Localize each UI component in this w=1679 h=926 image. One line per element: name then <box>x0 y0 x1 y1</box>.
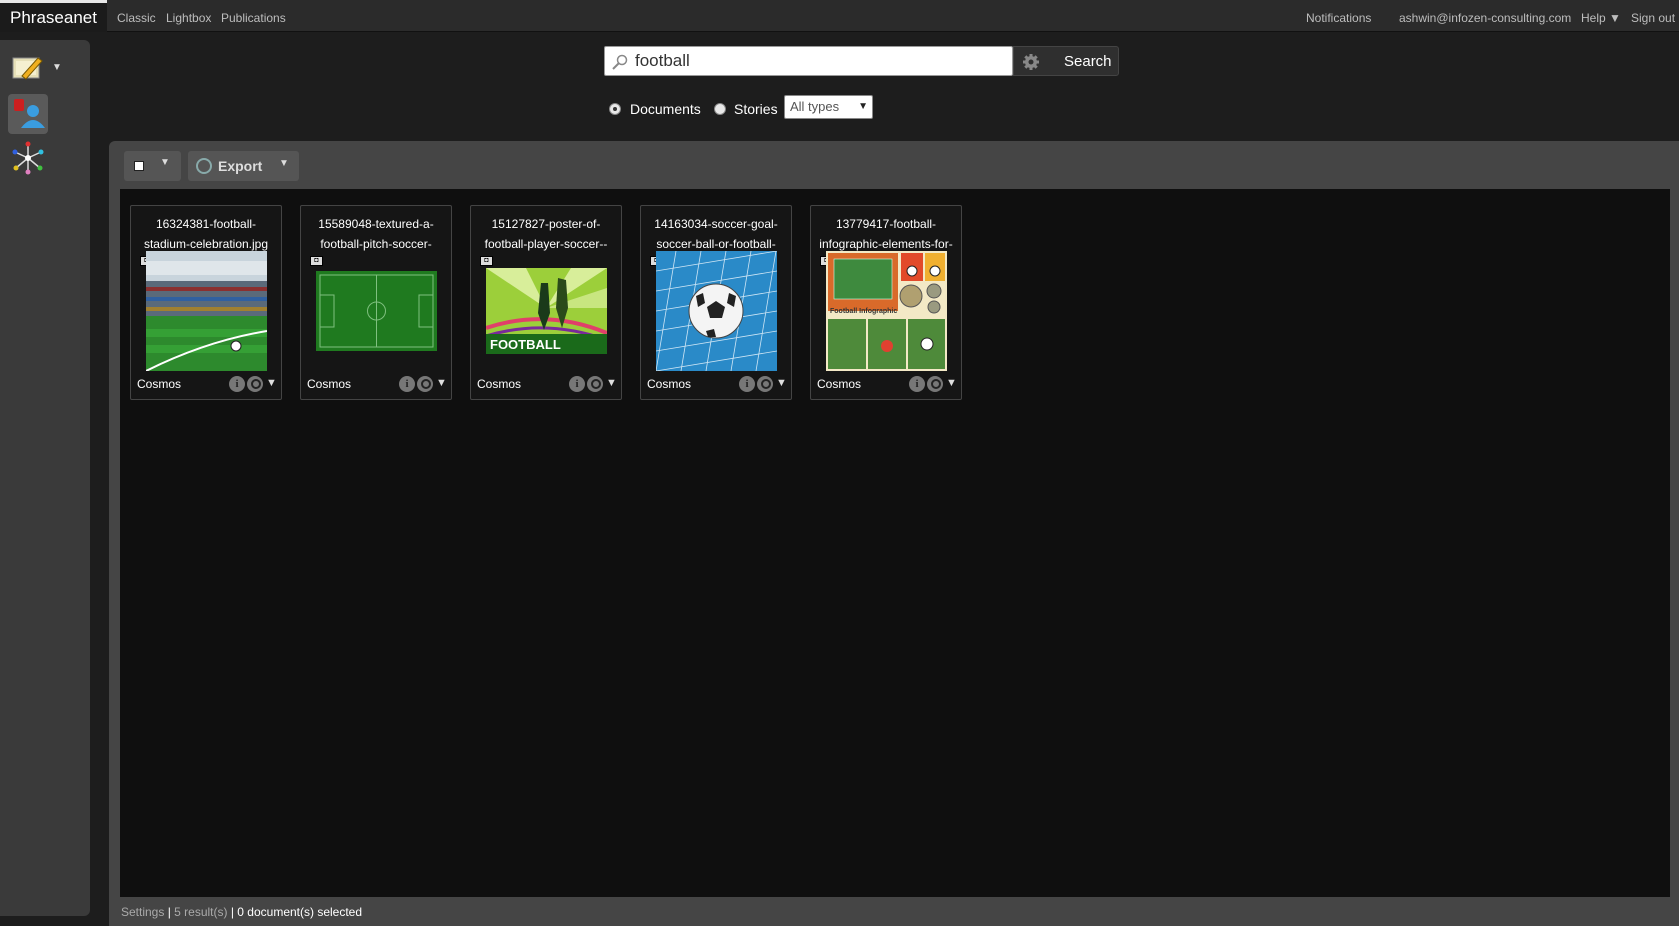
result-thumbnail[interactable] <box>656 251 777 371</box>
result-card[interactable]: 15589048-textured-a-football-pitch-socce… <box>300 205 452 400</box>
result-database: Cosmos <box>817 377 862 391</box>
poster-text: FOOTBALL <box>490 337 561 352</box>
app-brand[interactable]: Phraseanet <box>0 0 107 32</box>
nav-classic[interactable]: Classic <box>117 0 156 32</box>
info-icon[interactable]: i <box>909 376 925 392</box>
chevron-down-icon[interactable]: ▼ <box>946 377 957 389</box>
type-select-value: All types <box>790 99 840 114</box>
result-database: Cosmos <box>137 377 182 391</box>
image-type-icon: ◘ <box>480 256 493 266</box>
result-title: 13779417-football-infographic-elements-f… <box>819 217 953 251</box>
nav-help[interactable]: Help ▼ <box>1581 0 1621 32</box>
edit-dropdown-caret[interactable]: ▼ <box>52 62 62 73</box>
export-icon <box>196 158 212 174</box>
status-result-count: 5 result(s) <box>174 905 228 919</box>
result-thumbnail[interactable]: Football Infographic <box>826 251 947 371</box>
status-settings-link[interactable]: Settings <box>121 905 164 919</box>
status-bar: Settings | 5 result(s) | 0 document(s) s… <box>121 905 362 919</box>
left-sidebar: ▼ <box>0 40 90 916</box>
nav-user-account[interactable]: ashwin@infozen-consulting.com <box>1399 0 1571 32</box>
infographic-text: Football Infographic <box>830 308 897 315</box>
info-icon[interactable]: i <box>399 376 415 392</box>
result-title: 15589048-textured-a-football-pitch-socce… <box>318 217 434 251</box>
result-thumbnail[interactable] <box>146 251 267 371</box>
preview-icon[interactable] <box>757 376 773 392</box>
result-card[interactable]: 14163034-soccer-goal-soccer-ball-or-foot… <box>640 205 792 400</box>
search-icon <box>612 54 628 70</box>
export-button[interactable]: Export ▼ <box>188 151 299 181</box>
radio-stories-label[interactable]: Stories <box>734 101 778 117</box>
sidebar-users-button[interactable] <box>8 94 48 134</box>
chevron-down-icon[interactable]: ▼ <box>160 157 170 168</box>
gear-icon[interactable] <box>1023 54 1039 70</box>
chevron-down-icon[interactable]: ▼ <box>266 377 277 389</box>
preview-icon[interactable] <box>247 376 263 392</box>
radio-stories[interactable] <box>714 103 726 115</box>
result-database: Cosmos <box>647 377 692 391</box>
chevron-down-icon[interactable]: ▼ <box>279 158 289 169</box>
chevron-down-icon[interactable]: ▼ <box>436 377 447 389</box>
result-title: 16324381-football-stadium-celebration.jp… <box>143 217 269 251</box>
edit-icon <box>12 57 43 80</box>
info-icon[interactable]: i <box>569 376 585 392</box>
chevron-down-icon: ▼ <box>858 101 868 112</box>
users-icon <box>14 99 45 128</box>
export-label: Export <box>218 158 263 174</box>
result-database: Cosmos <box>307 377 352 391</box>
result-database: Cosmos <box>477 377 522 391</box>
top-navbar: Phraseanet Classic Lightbox Publications… <box>0 0 1679 32</box>
result-title: 15127827-poster-of-football-player-socce… <box>484 217 608 251</box>
result-thumbnail[interactable] <box>316 271 437 351</box>
nav-lightbox[interactable]: Lightbox <box>166 0 211 32</box>
chevron-down-icon[interactable]: ▼ <box>776 377 787 389</box>
result-thumbnail[interactable]: FOOTBALL <box>486 268 607 354</box>
search-button-label: Search <box>1064 53 1112 70</box>
nav-publications[interactable]: Publications <box>221 0 286 32</box>
nav-sign-out[interactable]: Sign out <box>1631 0 1675 32</box>
sidebar-edit-button[interactable] <box>8 50 48 90</box>
search-button[interactable]: Search <box>1013 46 1119 76</box>
type-select[interactable]: All types ▼ <box>784 95 873 119</box>
search-input[interactable] <box>635 47 1005 75</box>
preview-icon[interactable] <box>587 376 603 392</box>
chevron-down-icon[interactable]: ▼ <box>606 377 617 389</box>
radio-documents-label[interactable]: Documents <box>630 101 701 117</box>
select-all-checkbox[interactable] <box>134 161 144 171</box>
info-icon[interactable]: i <box>739 376 755 392</box>
result-card[interactable]: 13779417-football-infographic-elements-f… <box>810 205 962 400</box>
nav-notifications[interactable]: Notifications <box>1306 0 1371 32</box>
status-selected-count: 0 document(s) selected <box>237 905 363 919</box>
preview-icon[interactable] <box>417 376 433 392</box>
search-box <box>604 46 1013 76</box>
result-card[interactable]: 15127827-poster-of-football-player-socce… <box>470 205 622 400</box>
radio-documents[interactable] <box>609 103 621 115</box>
sidebar-thesaurus-button[interactable] <box>8 138 48 178</box>
result-title: 14163034-soccer-goal-soccer-ball-or-foot… <box>654 217 778 251</box>
thesaurus-icon <box>12 141 44 175</box>
info-icon[interactable]: i <box>229 376 245 392</box>
select-all-dropdown[interactable]: ▼ <box>124 151 181 181</box>
result-card[interactable]: 16324381-football-stadium-celebration.jp… <box>130 205 282 400</box>
image-type-icon: ◘ <box>310 256 323 266</box>
preview-icon[interactable] <box>927 376 943 392</box>
